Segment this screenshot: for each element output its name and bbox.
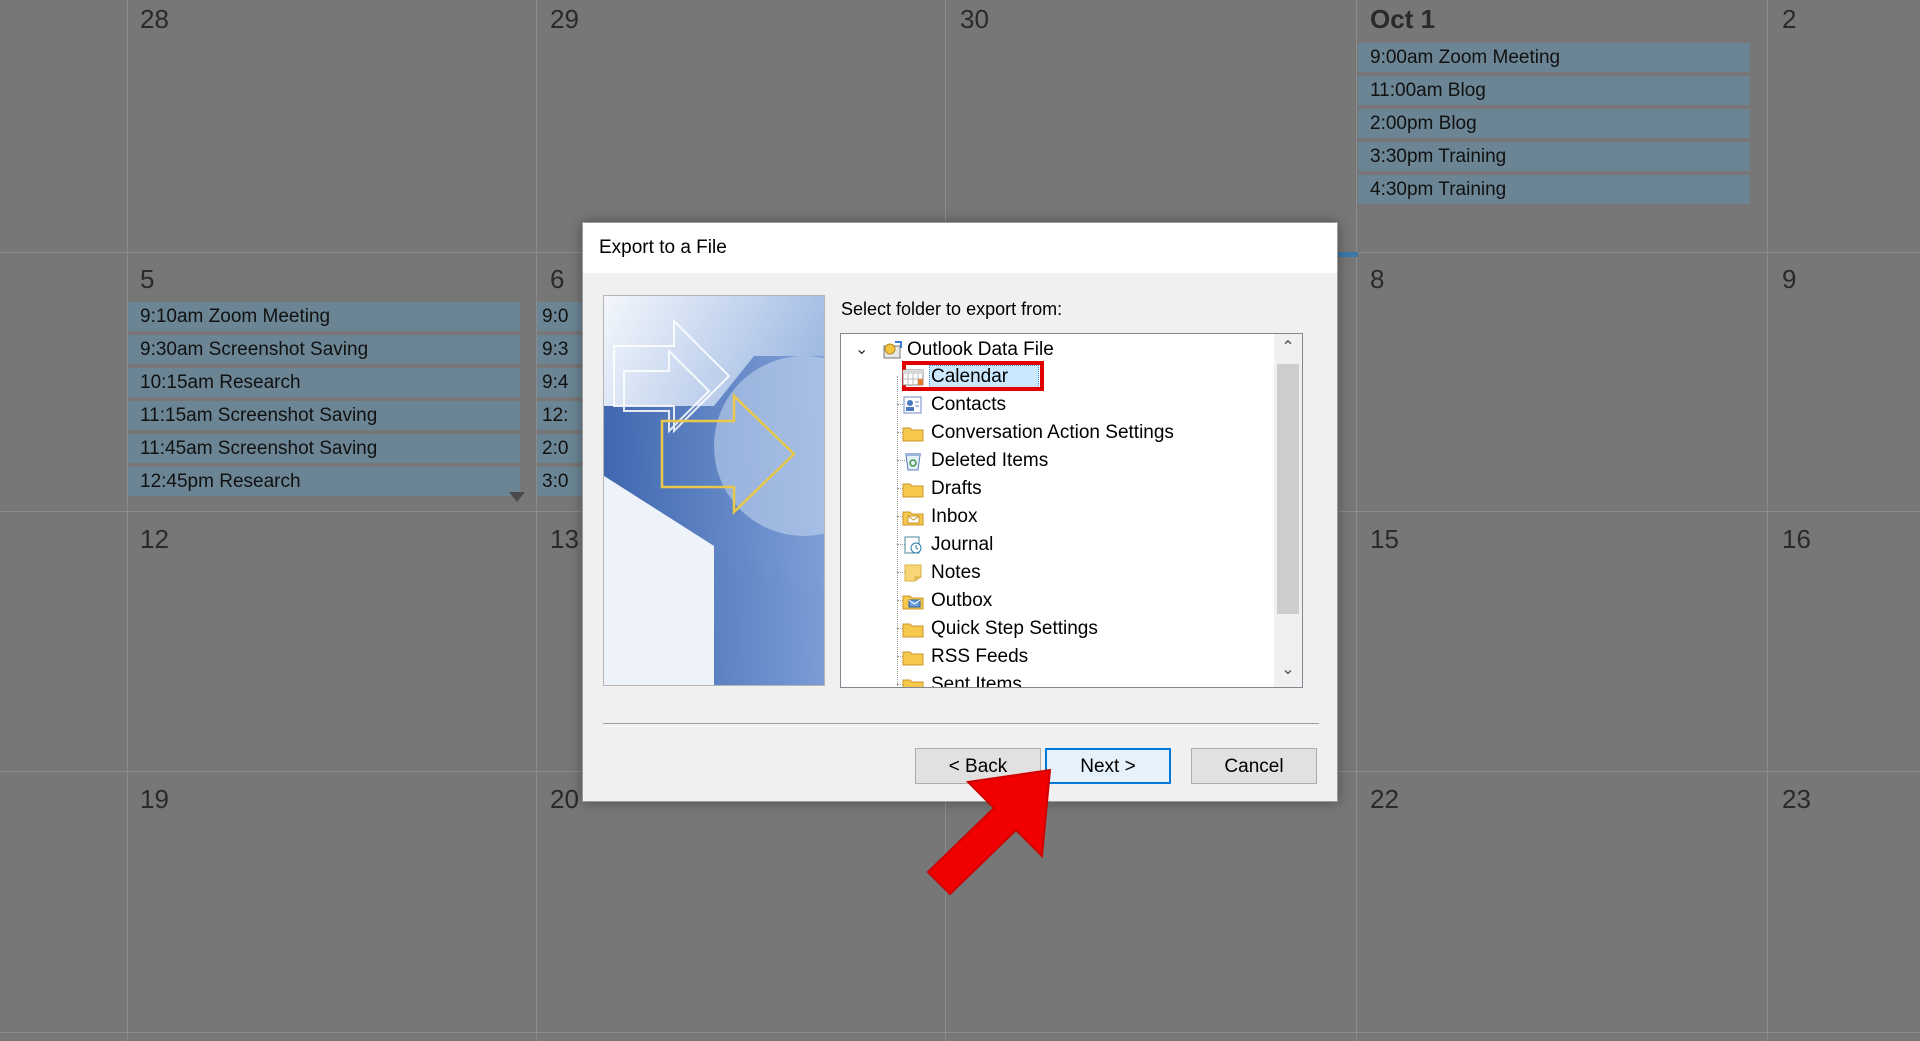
event-list-day5: 9:10am Zoom Meeting 9:30am Screenshot Sa… (128, 302, 520, 500)
day-number[interactable]: 8 (1370, 264, 1384, 295)
tree-item-conversation-action-settings[interactable]: Conversation Action Settings (887, 419, 1247, 446)
tree-item-sent-items[interactable]: Sent Items (887, 671, 1247, 688)
calendar-event[interactable]: 9:4 (537, 368, 587, 397)
dialog-title: Export to a File (599, 237, 727, 258)
calendar-event[interactable]: 2:00pm Blog (1358, 109, 1750, 138)
tree-item-inbox[interactable]: Inbox (887, 503, 1247, 530)
grid-line (1767, 0, 1768, 1041)
inbox-icon (902, 511, 924, 526)
day-number[interactable]: 12 (140, 524, 169, 555)
calendar-event[interactable]: 11:15am Screenshot Saving (128, 401, 520, 430)
folder-select-label: Select folder to export from: (841, 299, 1063, 319)
day-number[interactable]: 16 (1782, 524, 1811, 555)
calendar-icon (902, 369, 924, 386)
grid-line (536, 0, 537, 1041)
tree-scrollbar[interactable]: ⌃ ⌄ (1274, 334, 1302, 687)
day-number[interactable]: 28 (140, 4, 169, 35)
folder-icon (902, 623, 924, 638)
contacts-icon (903, 396, 922, 414)
notes-icon (904, 564, 922, 582)
tree-item-label: Journal (931, 534, 994, 555)
cancel-button[interactable]: Cancel (1191, 748, 1317, 784)
dialog-separator (603, 723, 1319, 727)
folder-icon (902, 483, 924, 498)
grid-line (1356, 0, 1357, 1041)
tree-item-label: Calendar (931, 366, 1009, 387)
calendar-event[interactable]: 2:0 (537, 434, 587, 463)
tree-item-label: Outlook Data File (907, 339, 1054, 360)
dialog-titlebar[interactable]: Export to a File (583, 223, 1337, 273)
day-number[interactable]: 19 (140, 784, 169, 815)
calendar-event[interactable]: 11:00am Blog (1358, 76, 1750, 105)
tree-item-label: Outbox (931, 590, 993, 611)
calendar-event[interactable]: 12: (537, 401, 587, 430)
day-number[interactable]: 2 (1782, 4, 1796, 35)
tree-item-label: Deleted Items (931, 450, 1049, 471)
calendar-event[interactable]: 9:00am Zoom Meeting (1358, 43, 1750, 72)
day-number[interactable]: 6 (550, 264, 564, 295)
outbox-icon (902, 595, 924, 610)
grid-line (0, 1032, 1920, 1033)
tree-item-label: Notes (931, 562, 981, 583)
calendar-event[interactable]: 3:0 (537, 467, 587, 496)
day-number[interactable]: 29 (550, 4, 579, 35)
journal-icon (904, 536, 922, 554)
day-number-today[interactable]: Oct 1 (1370, 4, 1435, 35)
tree-item-notes[interactable]: Notes (887, 559, 1247, 586)
event-list-day6: 9:0 9:3 9:4 12: 2:0 3:0 (537, 302, 587, 500)
tree-item-deleted-items[interactable]: Deleted Items (887, 447, 1247, 474)
recycle-icon (905, 453, 921, 471)
chevron-down-icon[interactable]: ⌄ (1278, 660, 1298, 680)
calendar-event[interactable]: 12:45pm Research (128, 467, 520, 496)
more-events-arrow-icon[interactable] (509, 492, 525, 502)
chevron-down-icon[interactable]: ⌄ (855, 336, 868, 363)
day-number[interactable]: 23 (1782, 784, 1811, 815)
calendar-event[interactable]: 11:45am Screenshot Saving (128, 434, 520, 463)
tree-item-label: Drafts (931, 478, 982, 499)
data-file-icon (883, 341, 902, 359)
day-number[interactable]: 20 (550, 784, 579, 815)
today-indicator (1338, 252, 1358, 257)
annotation-arrow-icon (926, 768, 1052, 896)
tree-item-journal[interactable]: Journal (887, 531, 1247, 558)
tree-root-outlook-data-file[interactable]: ⌄ Outlook Data File (851, 336, 1181, 363)
tree-item-label: RSS Feeds (931, 646, 1029, 667)
calendar-event[interactable]: 3:30pm Training (1358, 142, 1750, 171)
tree-item-label: Sent Items (931, 674, 1022, 688)
tree-item-contacts[interactable]: Contacts (887, 391, 1247, 418)
chevron-up-icon[interactable]: ⌃ (1278, 338, 1298, 358)
calendar-event[interactable]: 9:30am Screenshot Saving (128, 335, 520, 364)
folder-icon (902, 427, 924, 442)
folder-icon (902, 651, 924, 666)
day-number[interactable]: 13 (550, 524, 579, 555)
calendar-event[interactable]: 9:10am Zoom Meeting (128, 302, 520, 331)
folder-tree[interactable]: ⌄ Outlook Data File Calendar Contacts Co… (840, 333, 1303, 688)
tree-item-quick-step-settings[interactable]: Quick Step Settings (887, 615, 1247, 642)
day-number[interactable]: 5 (140, 264, 154, 295)
wizard-banner-image (603, 295, 825, 686)
day-number[interactable]: 15 (1370, 524, 1399, 555)
calendar-event[interactable]: 10:15am Research (128, 368, 520, 397)
calendar-event[interactable]: 9:3 (537, 335, 587, 364)
day-number[interactable]: 22 (1370, 784, 1399, 815)
event-list-oct1: 9:00am Zoom Meeting 11:00am Blog 2:00pm … (1358, 43, 1750, 208)
day-number[interactable]: 30 (960, 4, 989, 35)
tree-item-label: Inbox (931, 506, 978, 527)
folder-icon (902, 679, 924, 687)
scroll-thumb[interactable] (1277, 364, 1299, 614)
export-to-file-dialog: Export to a File Select folder to export… (582, 222, 1338, 802)
tree-item-outbox[interactable]: Outbox (887, 587, 1247, 614)
wizard-arrows-graphic (604, 296, 824, 685)
day-number[interactable]: 9 (1782, 264, 1796, 295)
grid-line (127, 0, 128, 1041)
tree-item-label: Contacts (931, 394, 1006, 415)
tree-item-rss-feeds[interactable]: RSS Feeds (887, 643, 1247, 670)
tree-item-drafts[interactable]: Drafts (887, 475, 1247, 502)
tree-item-label: Conversation Action Settings (931, 422, 1174, 443)
calendar-event[interactable]: 4:30pm Training (1358, 175, 1750, 204)
tree-item-label: Quick Step Settings (931, 618, 1098, 639)
calendar-event[interactable]: 9:0 (537, 302, 587, 331)
tree-item-calendar[interactable]: Calendar (887, 363, 1247, 390)
